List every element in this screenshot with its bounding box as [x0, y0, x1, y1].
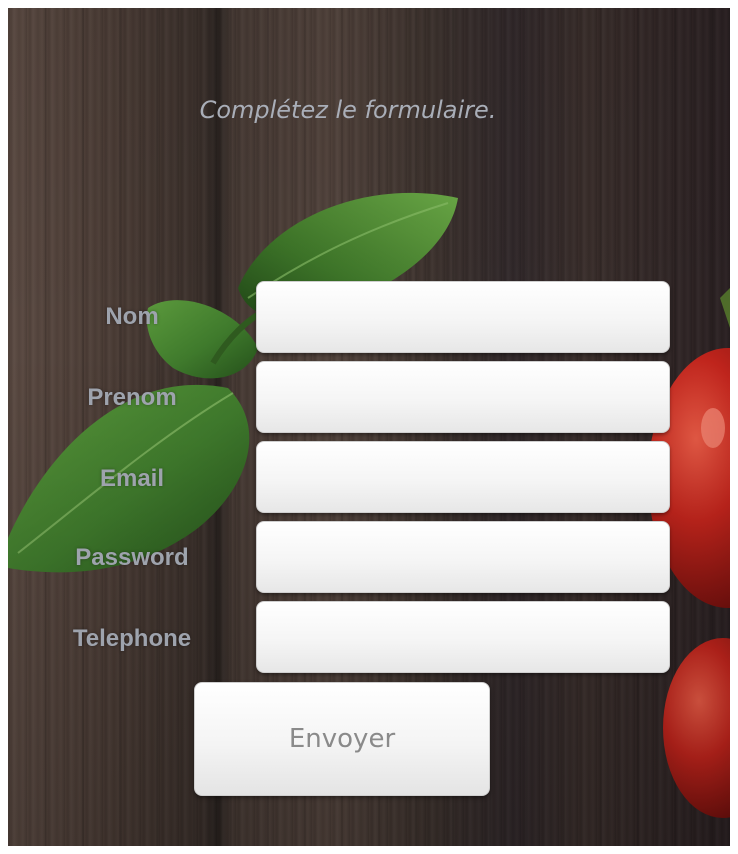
form-screen: Complétez le formulaire. Nom Prenom Emai… [8, 8, 730, 846]
prenom-label: Prenom [87, 384, 177, 411]
email-label: Email [99, 465, 165, 492]
nom-label: Nom [105, 303, 159, 330]
email-input[interactable] [256, 441, 670, 513]
password-label: Password [75, 544, 189, 571]
form-title: Complétez le formulaire. [199, 96, 497, 124]
envoyer-button[interactable]: Envoyer [194, 682, 490, 796]
password-input[interactable] [256, 521, 670, 593]
telephone-input[interactable] [256, 601, 670, 673]
telephone-label: Telephone [72, 625, 192, 652]
nom-input[interactable] [256, 281, 670, 353]
prenom-input[interactable] [256, 361, 670, 433]
